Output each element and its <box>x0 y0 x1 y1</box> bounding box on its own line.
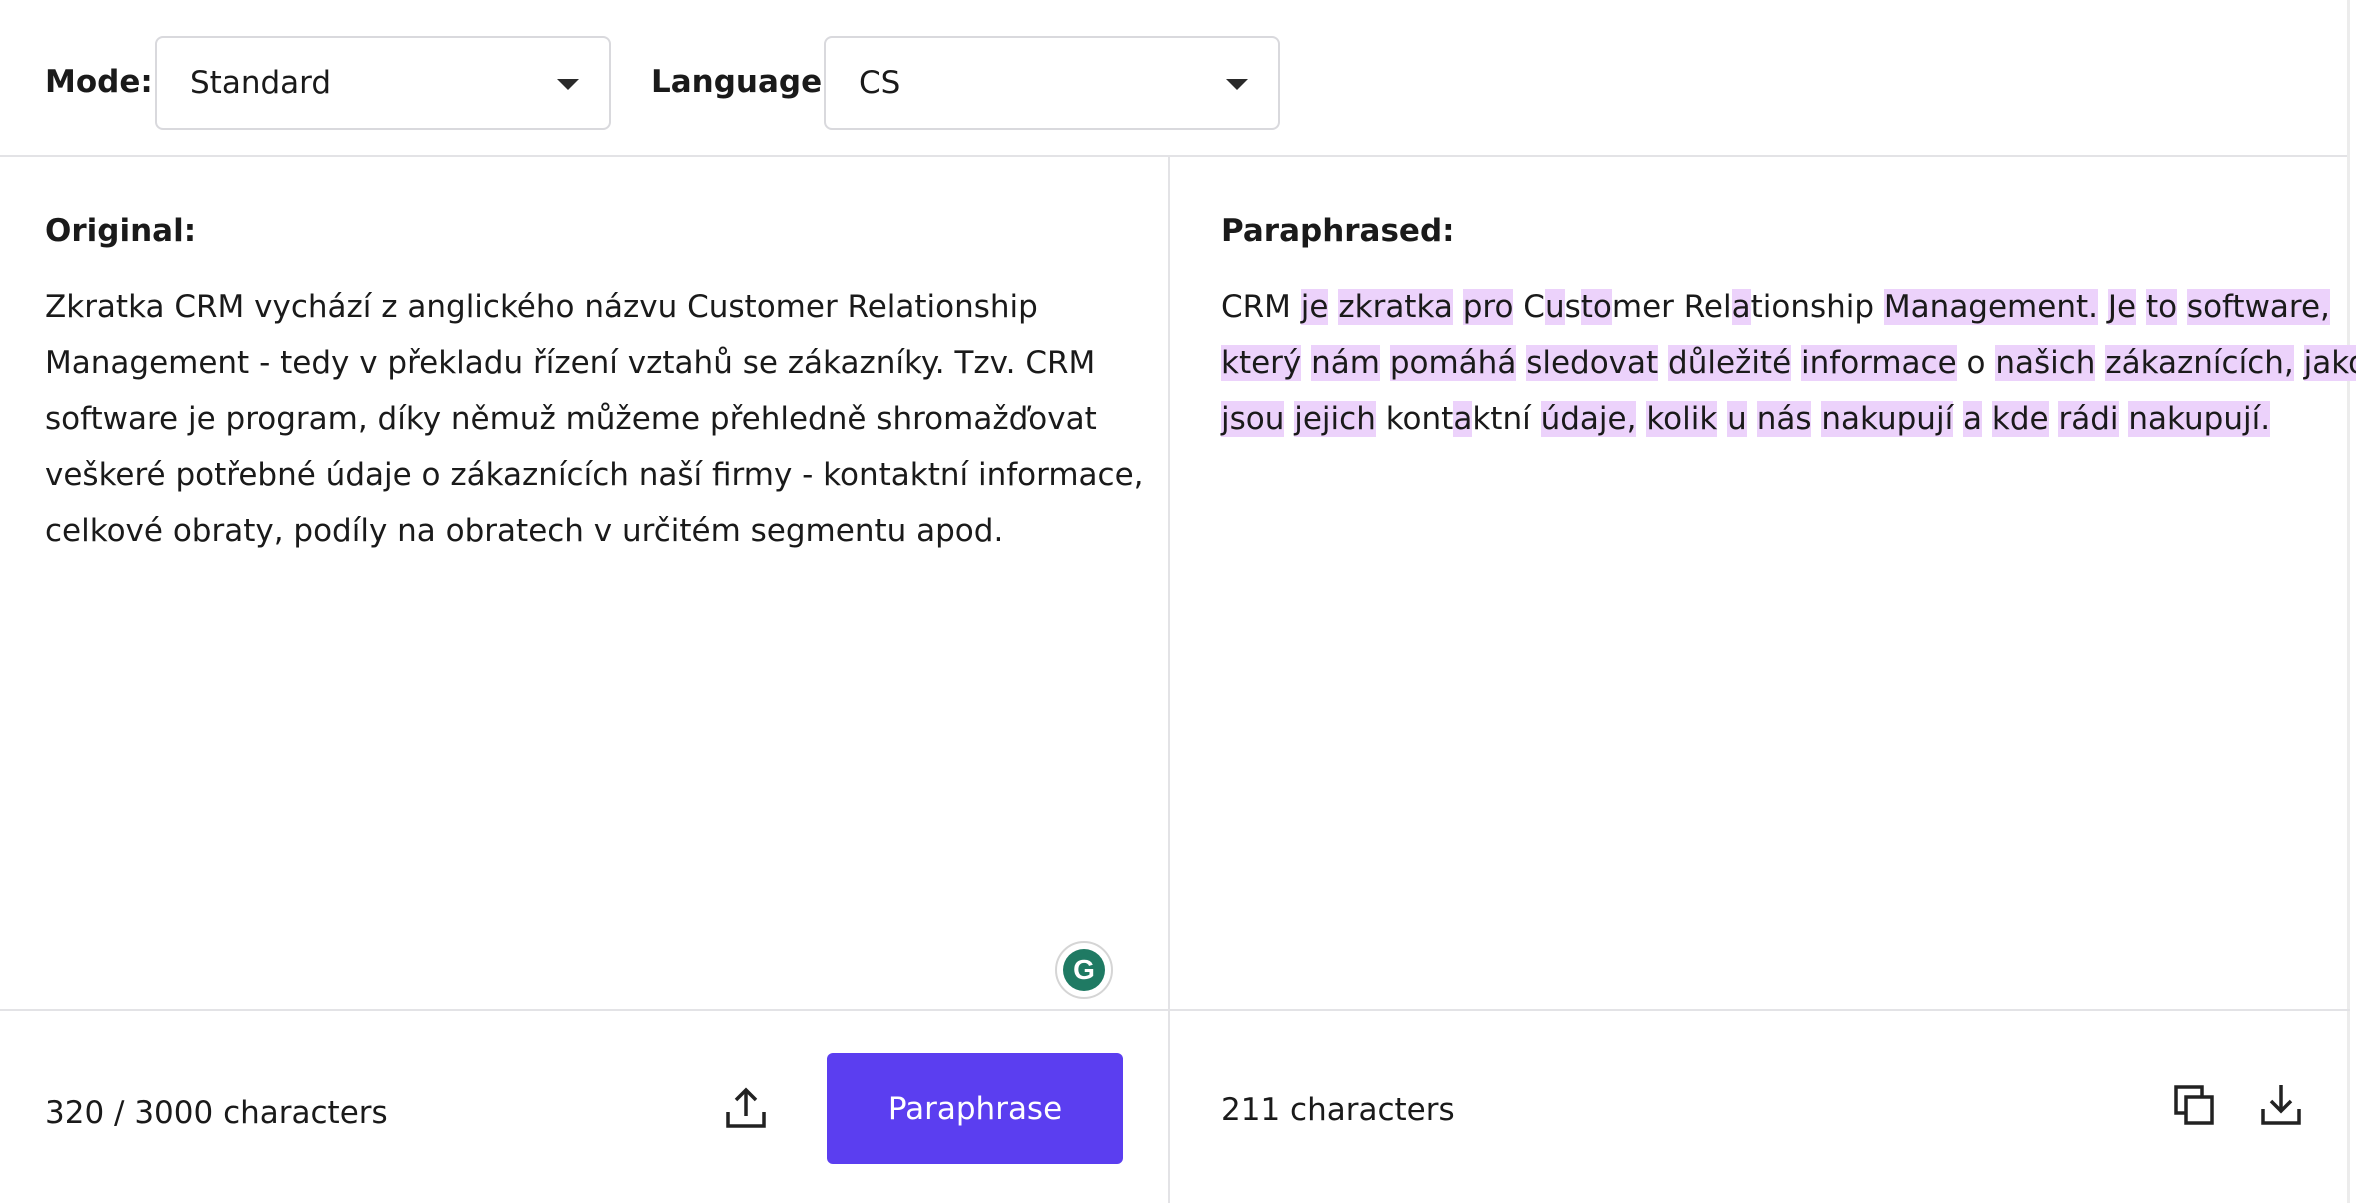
changed-word-highlight: jsou <box>1221 401 1285 437</box>
changed-word-highlight: u <box>1544 289 1565 325</box>
unchanged-text <box>2049 401 2059 437</box>
unchanged-text <box>1380 345 1390 381</box>
changed-word-highlight: to <box>1580 289 1612 325</box>
grammarly-g-glyph: G <box>1063 949 1105 991</box>
paraphraser-app: Mode: Standard Language: CS Original: Zk… <box>0 0 2356 1203</box>
changed-word-highlight: nás <box>1756 401 1812 437</box>
unchanged-text <box>1301 345 1311 381</box>
unchanged-text <box>2098 289 2108 325</box>
changed-word-highlight: to <box>2145 289 2178 325</box>
unchanged-text <box>2119 401 2129 437</box>
unchanged-text <box>1717 401 1727 437</box>
changed-word-highlight: pro <box>1462 289 1514 325</box>
paraphrased-text-line: který nám pomáhá sledovat důležité infor… <box>1221 335 2356 391</box>
changed-word-highlight: jejich <box>1294 401 1376 437</box>
unchanged-text <box>1982 401 1992 437</box>
unchanged-text <box>1453 289 1463 325</box>
unchanged-text: mer Rel <box>1611 289 1732 325</box>
original-text-line: software je program, díky němuž můžeme p… <box>45 401 1097 437</box>
changed-word-highlight: software, <box>2186 289 2330 325</box>
unchanged-text <box>2177 289 2187 325</box>
chevron-down-icon <box>1226 79 1248 90</box>
unchanged-text: o <box>1956 345 1996 381</box>
paraphrased-text-line: jsou jejich kontaktní údaje, kolik u nás… <box>1221 391 2321 447</box>
unchanged-text <box>1636 401 1646 437</box>
changed-word-highlight: u <box>1727 401 1747 437</box>
original-pane: Original: Zkratka CRM vychází z anglické… <box>0 157 1170 1009</box>
grammarly-icon[interactable]: G <box>1055 941 1113 999</box>
original-char-count: 320 / 3000 characters <box>45 1095 388 1131</box>
changed-word-highlight: Management. <box>1883 289 2098 325</box>
changed-word-highlight: je <box>1300 289 1329 325</box>
changed-word-highlight: kde <box>1991 401 2049 437</box>
language-select-value: CS <box>859 65 901 101</box>
unchanged-text <box>1811 401 1821 437</box>
changed-word-highlight: a <box>1963 401 1983 437</box>
unchanged-text <box>1791 345 1801 381</box>
paraphrase-button[interactable]: Paraphrase <box>827 1053 1123 1164</box>
unchanged-text: C <box>1513 289 1545 325</box>
changed-word-highlight: a <box>1731 289 1751 325</box>
unchanged-text <box>2294 345 2304 381</box>
unchanged-text: s <box>1564 289 1581 325</box>
paraphrased-text: CRM je zkratka pro Customer Relationship… <box>1221 279 2356 447</box>
unchanged-text <box>1328 289 1338 325</box>
changed-word-highlight: nakupují. <box>2128 401 2271 437</box>
changed-word-highlight: a <box>1453 401 1473 437</box>
upload-icon[interactable] <box>722 1084 770 1132</box>
mode-label: Mode: <box>45 64 153 100</box>
changed-word-highlight: rádi <box>2058 401 2119 437</box>
changed-word-highlight: nám <box>1311 345 1380 381</box>
changed-word-highlight: Je <box>2107 289 2137 325</box>
language-select[interactable]: CS <box>824 36 1280 130</box>
changed-word-highlight: našich <box>1995 345 2096 381</box>
changed-word-highlight: sledovat <box>1526 345 1659 381</box>
changed-word-highlight: pomáhá <box>1389 345 1517 381</box>
original-text-line: Zkratka CRM vychází z anglického názvu C… <box>45 289 1038 325</box>
paraphrased-footer: 211 characters <box>1170 1009 2350 1203</box>
changed-word-highlight: zákaznících, <box>2105 345 2294 381</box>
paraphrased-text-line: CRM je zkratka pro Customer Relationship… <box>1221 279 2330 335</box>
unchanged-text <box>1953 401 1963 437</box>
changed-word-highlight: který <box>1221 345 1302 381</box>
original-text-line: celkové obraty, podíly na obratech v urč… <box>45 513 1004 549</box>
language-label: Language: <box>651 64 835 100</box>
chevron-down-icon <box>557 79 579 90</box>
unchanged-text <box>2095 345 2105 381</box>
paraphrased-pane: Paraphrased: CRM je zkratka pro Customer… <box>1170 157 2356 1009</box>
unchanged-text: CRM <box>1221 289 1301 325</box>
unchanged-text <box>1284 401 1294 437</box>
unchanged-text: kont <box>1375 401 1454 437</box>
original-text-line: Management - tedy v překladu řízení vzta… <box>45 345 1096 381</box>
original-text-line: veškeré potřebné údaje o zákaznících naš… <box>45 457 1144 493</box>
original-text-input[interactable]: Zkratka CRM vychází z anglického názvu C… <box>45 279 1144 559</box>
download-icon[interactable] <box>2257 1081 2305 1129</box>
changed-word-highlight: nakupují <box>1821 401 1954 437</box>
changed-word-highlight: kolik <box>1646 401 1718 437</box>
unchanged-text: tionship <box>1750 289 1884 325</box>
mode-select[interactable]: Standard <box>155 36 611 130</box>
original-heading: Original: <box>45 213 197 249</box>
copy-icon[interactable] <box>2170 1081 2218 1129</box>
changed-word-highlight: informace <box>1801 345 1957 381</box>
changed-word-highlight: zkratka <box>1338 289 1453 325</box>
unchanged-text <box>1658 345 1668 381</box>
mode-select-value: Standard <box>190 65 332 101</box>
changed-word-highlight: důležité <box>1668 345 1792 381</box>
unchanged-text <box>1747 401 1757 437</box>
paraphrased-char-count: 211 characters <box>1221 1092 1455 1128</box>
changed-word-highlight: údaje, <box>1540 401 1637 437</box>
unchanged-text <box>2136 289 2146 325</box>
unchanged-text <box>1516 345 1526 381</box>
unchanged-text: ktní <box>1472 401 1541 437</box>
paraphrased-heading: Paraphrased: <box>1221 213 1455 249</box>
changed-word-highlight: jako <box>2303 345 2356 381</box>
original-footer: 320 / 3000 characters Paraphrase <box>0 1009 1170 1203</box>
toolbar: Mode: Standard Language: CS <box>0 0 2347 157</box>
